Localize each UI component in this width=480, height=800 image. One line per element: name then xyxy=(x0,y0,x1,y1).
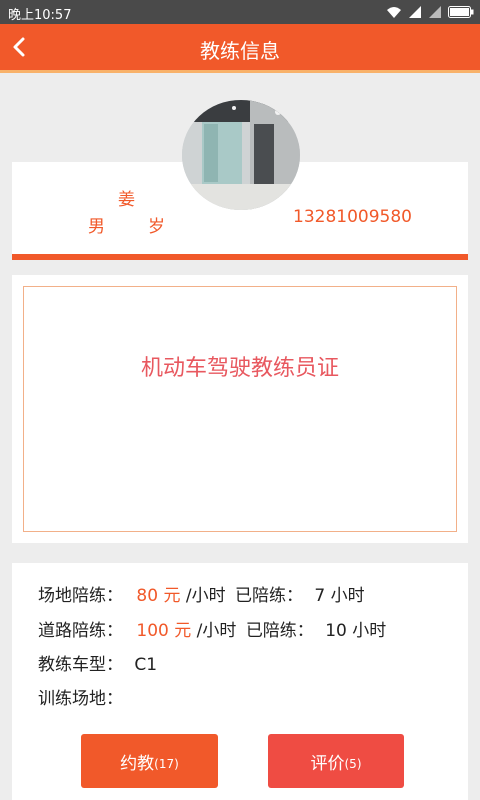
car-type-label: 教练车型： xyxy=(38,655,123,675)
coach-surname: 姜 xyxy=(118,190,135,210)
site-practice-row: 场地陪练： 80 元 /小时 已陪练： 7 小时 xyxy=(38,581,365,606)
signal-icon xyxy=(409,6,421,18)
review-count: (5) xyxy=(344,757,362,771)
venue-row: 训练场地： xyxy=(38,684,123,709)
venue-label: 训练场地： xyxy=(38,689,123,709)
car-type-row: 教练车型： C1 xyxy=(38,650,157,675)
status-icons xyxy=(386,3,474,21)
site-practice-label: 场地陪练： xyxy=(38,586,123,606)
book-coach-button[interactable]: 约教 (17) xyxy=(81,734,218,788)
road-trained-label: 已陪练： xyxy=(245,621,314,641)
status-time: 晚上10:57 xyxy=(8,8,72,23)
status-bar: 晚上10:57 xyxy=(0,0,480,24)
header-underline xyxy=(0,70,480,73)
car-type-value: C1 xyxy=(134,655,158,675)
battery-icon xyxy=(448,6,474,18)
book-count: (17) xyxy=(154,757,179,771)
coach-gender: 男 xyxy=(88,217,105,237)
review-button[interactable]: 评价 (5) xyxy=(268,734,404,788)
page-title: 教练信息 xyxy=(200,39,280,63)
wifi-icon xyxy=(387,7,401,18)
road-practice-row: 道路陪练： 100 元 /小时 已陪练： 10 小时 xyxy=(38,616,386,641)
site-trained-value: 7 小时 xyxy=(314,586,365,606)
road-trained-value: 10 小时 xyxy=(325,621,387,641)
profile-accent-bar xyxy=(12,254,468,260)
site-practice-unit: /小时 xyxy=(185,586,226,606)
coach-phone[interactable]: 13281009580 xyxy=(293,207,412,227)
avatar[interactable] xyxy=(182,100,300,210)
header-bar: 教练信息 xyxy=(0,24,480,73)
coach-age: 岁 xyxy=(148,217,165,237)
avatar-photo xyxy=(182,100,300,210)
certificate-frame[interactable] xyxy=(23,286,457,532)
road-practice-label: 道路陪练： xyxy=(38,621,123,641)
book-button-label: 约教 xyxy=(120,753,155,774)
road-practice-unit: /小时 xyxy=(196,621,237,641)
road-practice-price: 100 元 xyxy=(136,621,192,641)
certificate-label: 机动车驾驶教练员证 xyxy=(140,356,339,381)
site-trained-label: 已陪练： xyxy=(235,586,303,606)
signal-icon xyxy=(429,6,441,18)
site-practice-price: 80 元 xyxy=(136,586,181,606)
review-button-label: 评价 xyxy=(310,753,345,774)
